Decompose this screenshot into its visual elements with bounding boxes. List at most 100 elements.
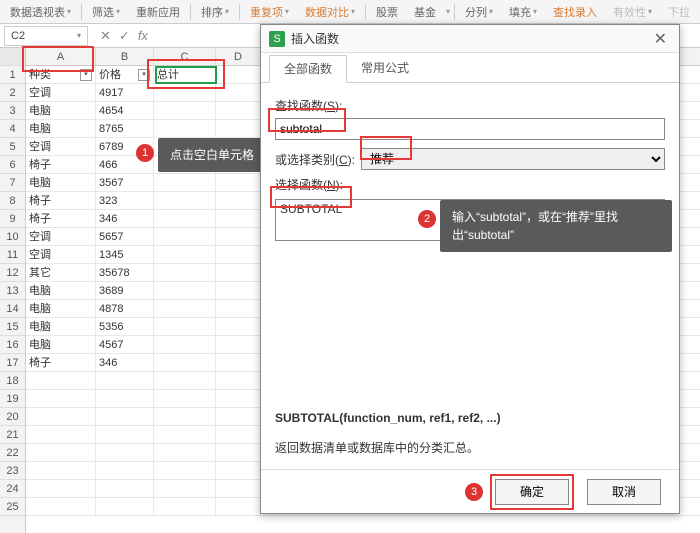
ribbon-fund[interactable]: 基金	[408, 4, 442, 20]
cell[interactable]	[216, 246, 261, 263]
cell[interactable]: 电脑	[26, 336, 96, 353]
header-cell-price[interactable]: 价格▾	[96, 66, 154, 83]
cell[interactable]	[216, 66, 261, 83]
cell[interactable]: 空调	[26, 138, 96, 155]
row-header[interactable]: 10	[0, 228, 25, 246]
filter-icon[interactable]: ▾	[80, 69, 92, 81]
cell[interactable]	[154, 174, 216, 191]
fx-icon[interactable]: fx	[138, 28, 148, 43]
ribbon-pivot[interactable]: 数据透视表▾	[4, 4, 77, 20]
ok-button[interactable]: 确定	[495, 479, 569, 505]
cell[interactable]: 4567	[96, 336, 154, 353]
ribbon-fill[interactable]: 填充▾	[503, 4, 543, 20]
cell[interactable]	[216, 336, 261, 353]
filter-icon[interactable]: ▾	[138, 69, 150, 81]
ribbon-reapply[interactable]: 重新应用	[130, 4, 186, 20]
cancel-button[interactable]: 取消	[587, 479, 661, 505]
cell[interactable]	[154, 228, 216, 245]
ribbon-dedup[interactable]: 重复项▾	[244, 4, 295, 20]
cell[interactable]: 3689	[96, 282, 154, 299]
cell[interactable]	[154, 264, 216, 281]
row-header[interactable]: 6	[0, 156, 25, 174]
cell[interactable]: 空调	[26, 246, 96, 263]
row-header[interactable]: 23	[0, 462, 25, 480]
cell[interactable]: 空调	[26, 228, 96, 245]
ribbon-findentry[interactable]: 查找录入	[547, 4, 603, 20]
cell[interactable]: 其它	[26, 264, 96, 281]
row-header[interactable]: 15	[0, 318, 25, 336]
cell[interactable]: 电脑	[26, 318, 96, 335]
row-header[interactable]: 24	[0, 480, 25, 498]
cell[interactable]	[216, 210, 261, 227]
row-header[interactable]: 5	[0, 138, 25, 156]
row-header[interactable]: 2	[0, 84, 25, 102]
row-header[interactable]: 4	[0, 120, 25, 138]
row-header[interactable]: 22	[0, 444, 25, 462]
ribbon-compare[interactable]: 数据对比▾	[299, 4, 361, 20]
cell[interactable]	[154, 300, 216, 317]
row-header[interactable]: 16	[0, 336, 25, 354]
row-header[interactable]: 1	[0, 66, 25, 84]
cell[interactable]	[216, 174, 261, 191]
row-header[interactable]: 7	[0, 174, 25, 192]
cell[interactable]: 电脑	[26, 300, 96, 317]
header-cell-total[interactable]: 总计	[154, 66, 216, 83]
ribbon-stock[interactable]: 股票	[370, 4, 404, 20]
row-header[interactable]: 13	[0, 282, 25, 300]
row-header[interactable]: 8	[0, 192, 25, 210]
cell[interactable]: 4878	[96, 300, 154, 317]
cell[interactable]	[216, 228, 261, 245]
cell[interactable]	[154, 318, 216, 335]
cell[interactable]: 5356	[96, 318, 154, 335]
name-box[interactable]: C2 ▾	[4, 26, 88, 46]
row-header[interactable]: 25	[0, 498, 25, 516]
cell[interactable]: 4917	[96, 84, 154, 101]
cell[interactable]	[154, 282, 216, 299]
cell[interactable]	[154, 120, 216, 137]
cell[interactable]: 346	[96, 210, 154, 227]
row-header[interactable]: 14	[0, 300, 25, 318]
cell[interactable]: 椅子	[26, 192, 96, 209]
tab-common-formulas[interactable]: 常用公式	[347, 55, 423, 82]
cancel-icon[interactable]: ✕	[100, 28, 111, 44]
cell[interactable]	[154, 246, 216, 263]
row-header[interactable]: 11	[0, 246, 25, 264]
cell[interactable]	[154, 192, 216, 209]
cell[interactable]	[154, 210, 216, 227]
cell[interactable]: 空调	[26, 84, 96, 101]
cell[interactable]: 电脑	[26, 102, 96, 119]
ribbon-sort[interactable]: 排序▾	[195, 4, 235, 20]
col-header-d[interactable]: D	[216, 48, 261, 65]
row-header[interactable]: 20	[0, 408, 25, 426]
check-icon[interactable]: ✓	[119, 28, 130, 44]
cell[interactable]: 1345	[96, 246, 154, 263]
search-input[interactable]	[275, 118, 665, 140]
chevron-down-icon[interactable]: ▾	[77, 31, 81, 40]
col-header-b[interactable]: B	[96, 48, 154, 65]
cell[interactable]: 35678	[96, 264, 154, 281]
cell[interactable]	[154, 102, 216, 119]
cell[interactable]	[154, 84, 216, 101]
cell[interactable]	[216, 120, 261, 137]
row-header[interactable]: 21	[0, 426, 25, 444]
cell[interactable]	[216, 282, 261, 299]
row-header[interactable]: 12	[0, 264, 25, 282]
cell[interactable]: 5657	[96, 228, 154, 245]
ribbon-splitcol[interactable]: 分列▾	[459, 4, 499, 20]
cell[interactable]: 4654	[96, 102, 154, 119]
cell[interactable]	[154, 354, 216, 371]
cell[interactable]: 椅子	[26, 210, 96, 227]
cell[interactable]: 3567	[96, 174, 154, 191]
row-header[interactable]: 17	[0, 354, 25, 372]
cell[interactable]: 电脑	[26, 120, 96, 137]
close-icon[interactable]: ✕	[650, 29, 671, 49]
cell[interactable]	[216, 318, 261, 335]
cell[interactable]	[216, 300, 261, 317]
cell[interactable]	[216, 102, 261, 119]
row-header[interactable]: 3	[0, 102, 25, 120]
col-header-a[interactable]: A	[26, 48, 96, 65]
cell[interactable]: 8765	[96, 120, 154, 137]
row-header[interactable]: 9	[0, 210, 25, 228]
cell[interactable]: 346	[96, 354, 154, 371]
col-header-c[interactable]: C	[154, 48, 216, 65]
